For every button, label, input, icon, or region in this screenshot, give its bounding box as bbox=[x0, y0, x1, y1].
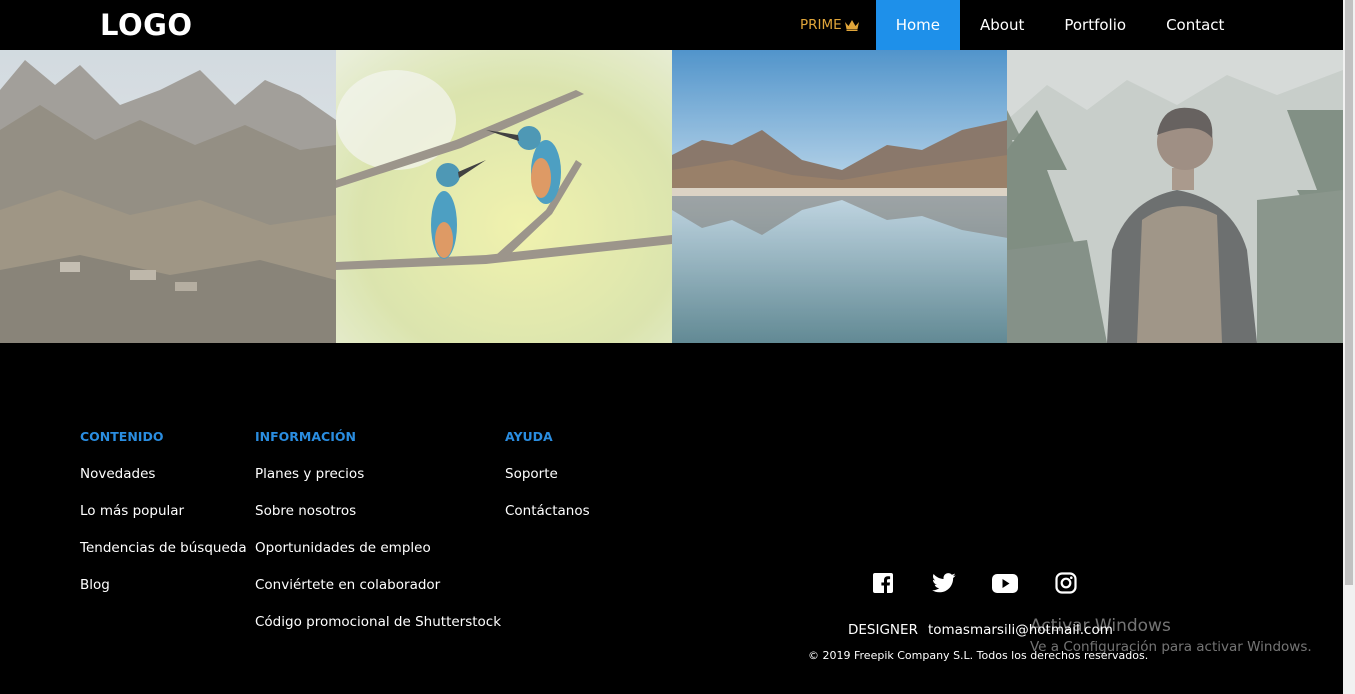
social-links bbox=[866, 571, 1082, 595]
nav-home-label: Home bbox=[895, 16, 940, 34]
mountain-lake-photo[interactable] bbox=[671, 50, 1008, 343]
footer-link-lo-mas-popular[interactable]: Lo más popular bbox=[80, 503, 247, 519]
photo-gallery bbox=[0, 50, 1343, 343]
twitter-icon[interactable] bbox=[927, 571, 960, 595]
designer-credit: DESIGNER tomasmarsili@hotmail.com bbox=[848, 622, 1113, 638]
hiker-forest-photo[interactable] bbox=[1007, 50, 1343, 343]
footer-link-novedades[interactable]: Novedades bbox=[80, 466, 247, 482]
footer-column-informacion: INFORMACIÓN Planes y precios Sobre nosot… bbox=[255, 429, 501, 651]
youtube-icon[interactable] bbox=[988, 571, 1021, 595]
designer-label: DESIGNER bbox=[848, 622, 918, 638]
nav-contact-label: Contact bbox=[1166, 16, 1225, 34]
footer-link-blog[interactable]: Blog bbox=[80, 577, 247, 593]
crown-icon bbox=[844, 20, 859, 31]
footer-column-ayuda: AYUDA Soporte Contáctanos bbox=[505, 429, 590, 540]
nav-about[interactable]: About bbox=[960, 0, 1044, 50]
instagram-icon[interactable] bbox=[1049, 571, 1082, 595]
copyright: © 2019 Freepik Company S.L. Todos los de… bbox=[808, 649, 1149, 662]
footer-link-tendencias[interactable]: Tendencias de búsqueda bbox=[80, 540, 247, 556]
nav-contact[interactable]: Contact bbox=[1146, 0, 1244, 50]
facebook-icon[interactable] bbox=[866, 571, 899, 595]
prime-link[interactable]: PRIME bbox=[784, 0, 876, 50]
footer-link-colaborador[interactable]: Conviértete en colaborador bbox=[255, 577, 501, 593]
footer-column-contenido: CONTENIDO Novedades Lo más popular Tende… bbox=[80, 429, 247, 614]
footer-link-planes[interactable]: Planes y precios bbox=[255, 466, 501, 482]
scrollbar-thumb[interactable] bbox=[1345, 0, 1353, 585]
mountain-village-photo[interactable] bbox=[0, 50, 336, 343]
nav-portfolio[interactable]: Portfolio bbox=[1044, 0, 1146, 50]
nav-portfolio-label: Portfolio bbox=[1064, 16, 1127, 34]
logo[interactable]: LOGO bbox=[100, 8, 193, 42]
footer: CONTENIDO Novedades Lo más popular Tende… bbox=[0, 343, 1343, 694]
designer-email[interactable]: tomasmarsili@hotmail.com bbox=[928, 622, 1113, 638]
footer-link-soporte[interactable]: Soporte bbox=[505, 466, 590, 482]
nav-home[interactable]: Home bbox=[875, 0, 960, 50]
footer-heading-ayuda: AYUDA bbox=[505, 429, 553, 444]
header: LOGO PRIME Home About Portfolio Contact bbox=[0, 0, 1343, 50]
footer-link-contactanos[interactable]: Contáctanos bbox=[505, 503, 590, 519]
footer-heading-contenido: CONTENIDO bbox=[80, 429, 164, 444]
kingfisher-birds-photo[interactable] bbox=[335, 50, 672, 343]
vertical-scrollbar[interactable] bbox=[1343, 0, 1355, 694]
footer-link-sobre-nosotros[interactable]: Sobre nosotros bbox=[255, 503, 501, 519]
main-nav: PRIME Home About Portfolio Contact bbox=[784, 0, 1244, 50]
prime-label: PRIME bbox=[800, 17, 842, 33]
footer-link-oportunidades[interactable]: Oportunidades de empleo bbox=[255, 540, 501, 556]
footer-heading-informacion: INFORMACIÓN bbox=[255, 429, 356, 444]
footer-link-codigo-promocional[interactable]: Código promocional de Shutterstock bbox=[255, 614, 501, 630]
nav-about-label: About bbox=[979, 16, 1025, 34]
